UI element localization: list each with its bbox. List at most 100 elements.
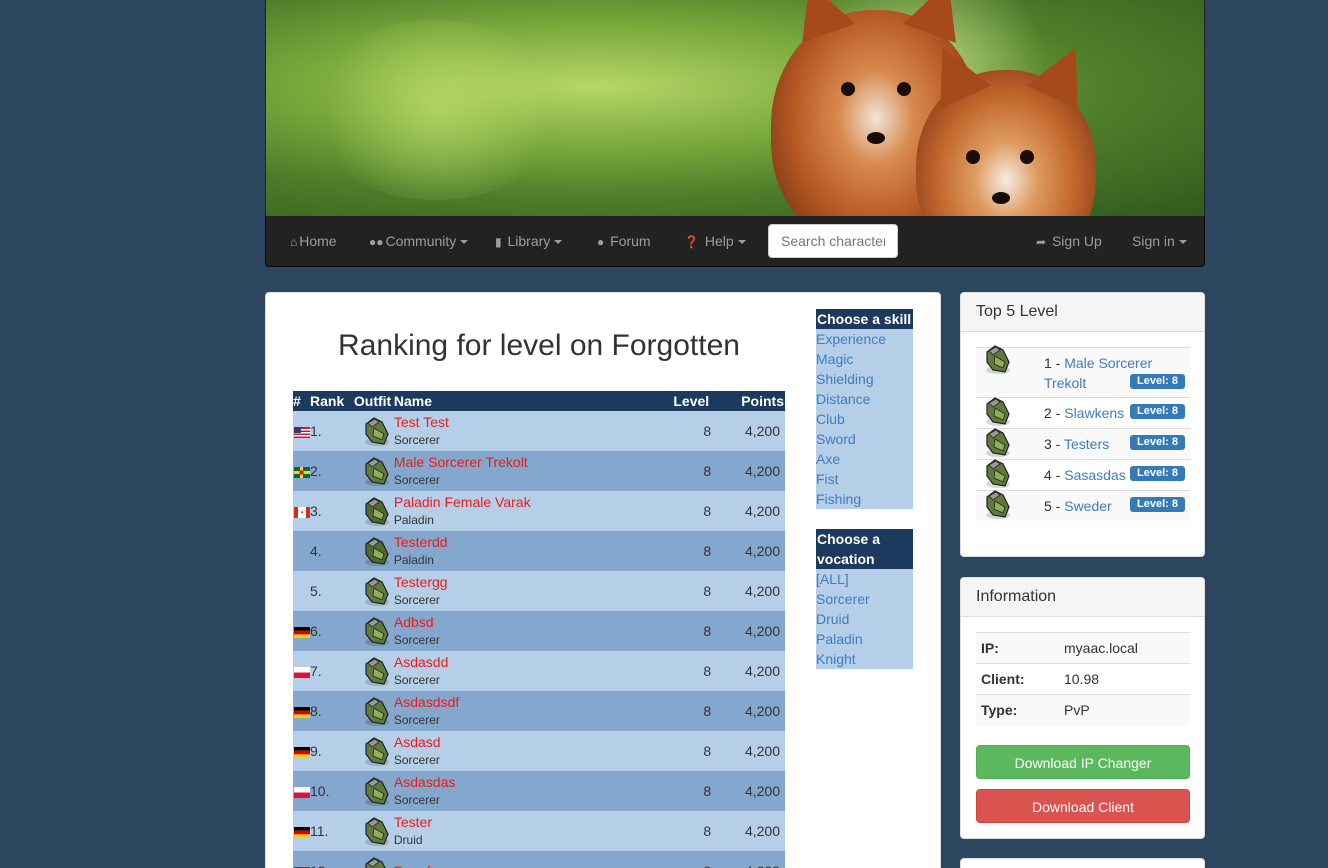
nav-home[interactable]: ⌂ Home: [290, 216, 337, 266]
row-rank: 3.: [310, 491, 354, 531]
character-vocation: Sorcerer: [393, 473, 440, 487]
row-points: 4,200: [727, 851, 785, 868]
row-outfit: [353, 451, 394, 491]
nav-forum[interactable]: ● Forum: [597, 216, 651, 266]
info-client-label: Client:: [981, 671, 1025, 687]
skill-link-fist[interactable]: Fist: [816, 469, 913, 489]
top5-character-link[interactable]: Testers: [1064, 436, 1109, 452]
row-outfit: [353, 531, 394, 571]
row-name-cell: Tester Druid: [393, 811, 674, 851]
top5-character-link[interactable]: Sweder: [1064, 498, 1111, 514]
info-ip-label: IP:: [981, 640, 999, 656]
outfit-sprite-icon: [360, 614, 394, 648]
skill-link-magic[interactable]: Magic: [816, 349, 913, 369]
vocation-link-paladin[interactable]: Paladin: [816, 629, 913, 649]
ranking-row: 10. Asdasdas Sorcerer 8 4,200: [293, 771, 785, 811]
search-character-input[interactable]: [768, 224, 898, 258]
character-name-link[interactable]: Asdasdd: [394, 653, 673, 671]
character-name-link[interactable]: Male Sorcerer Trekolt: [394, 453, 673, 471]
outfit-sprite-icon: [981, 487, 1015, 524]
flag-dm-icon: [294, 466, 310, 478]
flag-de-icon: [294, 746, 310, 758]
character-vocation: Sorcerer: [393, 593, 440, 607]
row-flag-cell: [293, 851, 310, 868]
vocation-link-sorcerer[interactable]: Sorcerer: [816, 589, 913, 609]
top5-position: 4 -: [1044, 467, 1065, 483]
character-name-link[interactable]: Testerdd: [394, 533, 673, 551]
character-name-link[interactable]: Adbsd: [394, 613, 673, 631]
character-name-link[interactable]: Testergg: [394, 573, 673, 591]
outfit-sprite-icon: [360, 694, 394, 728]
row-name-cell: Adbsd Sorcerer: [393, 611, 674, 651]
outfit-sprite-icon: [360, 534, 394, 568]
nav-library[interactable]: ▮ Library: [495, 216, 563, 266]
row-flag-cell: [293, 691, 310, 731]
character-vocation: Sorcerer: [393, 713, 440, 727]
level-badge: Level: 8: [1130, 466, 1185, 481]
col-points: Points: [727, 391, 785, 411]
top5-position: 1 -: [1044, 355, 1065, 371]
header-banner: [265, 0, 1205, 216]
top5-character-link[interactable]: Sasasdas: [1064, 467, 1125, 483]
character-name-link[interactable]: Asdasdas: [394, 773, 673, 791]
character-name-link[interactable]: Paladin Female Varak: [394, 493, 673, 511]
vocation-chooser: Choose a vocation [ALL] Sorcerer Druid P…: [816, 529, 913, 669]
nav-help[interactable]: ❓ Help: [684, 216, 746, 266]
download-ip-changer-button[interactable]: Download IP Changer: [976, 745, 1190, 779]
level-badge: Level: 8: [1130, 404, 1185, 419]
character-name-link[interactable]: Dwarf: [394, 862, 673, 868]
flag-pl-icon: [294, 786, 310, 798]
skill-link-axe[interactable]: Axe: [816, 449, 913, 469]
banner-bokeh: [306, 20, 566, 200]
skill-link-sword[interactable]: Sword: [816, 429, 913, 449]
skill-link-experience[interactable]: Experience: [816, 329, 913, 349]
row-rank: 12.: [310, 851, 354, 868]
row-level: 8: [673, 851, 728, 868]
level-badge: Level: 8: [1130, 435, 1185, 450]
row-flag-cell: [293, 811, 310, 851]
row-flag-cell: [293, 571, 310, 611]
row-points: 4,200: [727, 731, 785, 771]
download-client-button[interactable]: Download Client: [976, 789, 1190, 823]
character-name-link[interactable]: Asdasd: [394, 733, 673, 751]
col-outfit: Outfit: [353, 391, 394, 411]
outfit-sprite-icon: [360, 774, 394, 808]
row-level: 8: [673, 691, 728, 731]
row-rank: 9.: [310, 731, 354, 771]
skill-link-distance[interactable]: Distance: [816, 389, 913, 409]
top5-panel-title: Top 5 Level: [961, 293, 1204, 332]
top5-character-link[interactable]: Slawkens: [1064, 405, 1124, 421]
row-name-cell: Testerdd Paladin: [393, 531, 674, 571]
ranking-row: 3. Paladin Female Varak Paladin 8 4,200: [293, 491, 785, 531]
row-flag-cell: [293, 411, 310, 451]
outfit-sprite-icon: [360, 814, 394, 848]
row-points: 4,200: [727, 651, 785, 691]
row-rank: 2.: [310, 451, 354, 491]
share-icon: ➦: [1036, 235, 1047, 249]
character-name-link[interactable]: Tester: [394, 813, 673, 831]
nav-signup[interactable]: ➦ Sign Up: [1036, 216, 1102, 266]
skill-link-club[interactable]: Club: [816, 409, 913, 429]
row-outfit: [353, 411, 394, 451]
vocation-link-all[interactable]: [ALL]: [816, 569, 913, 589]
information-panel-title: Information: [961, 578, 1204, 617]
info-client-value: 10.98: [1064, 671, 1100, 687]
vocation-link-druid[interactable]: Druid: [816, 609, 913, 629]
vocation-link-knight[interactable]: Knight: [816, 649, 913, 669]
row-name-cell: Dwarf: [393, 851, 674, 868]
skill-link-fishing[interactable]: Fishing: [816, 489, 913, 509]
skill-link-shielding[interactable]: Shielding: [816, 369, 913, 389]
nav-signin[interactable]: Sign in: [1132, 216, 1187, 266]
info-ip-value: myaac.local: [1064, 640, 1138, 656]
nav-community[interactable]: ●● Community: [369, 216, 469, 266]
ranking-row: 12. Dwarf84,200: [293, 851, 785, 868]
ranking-row: 9. Asdasd Sorcerer 8 4,200: [293, 731, 785, 771]
navbar: ⌂ Home ●● Community ▮ Library ● Forum ❓ He…: [265, 216, 1205, 267]
ranking-row: 7. Asdasdd Sorcerer 8 4,200: [293, 651, 785, 691]
character-name-link[interactable]: Test Test: [394, 413, 673, 431]
skill-chooser: Choose a skill Experience Magic Shieldin…: [816, 309, 913, 509]
info-type-value: PvP: [1064, 702, 1090, 718]
character-name-link[interactable]: Asdasdsdf: [394, 693, 673, 711]
row-rank: 8.: [310, 691, 354, 731]
row-flag-cell: [293, 491, 310, 531]
